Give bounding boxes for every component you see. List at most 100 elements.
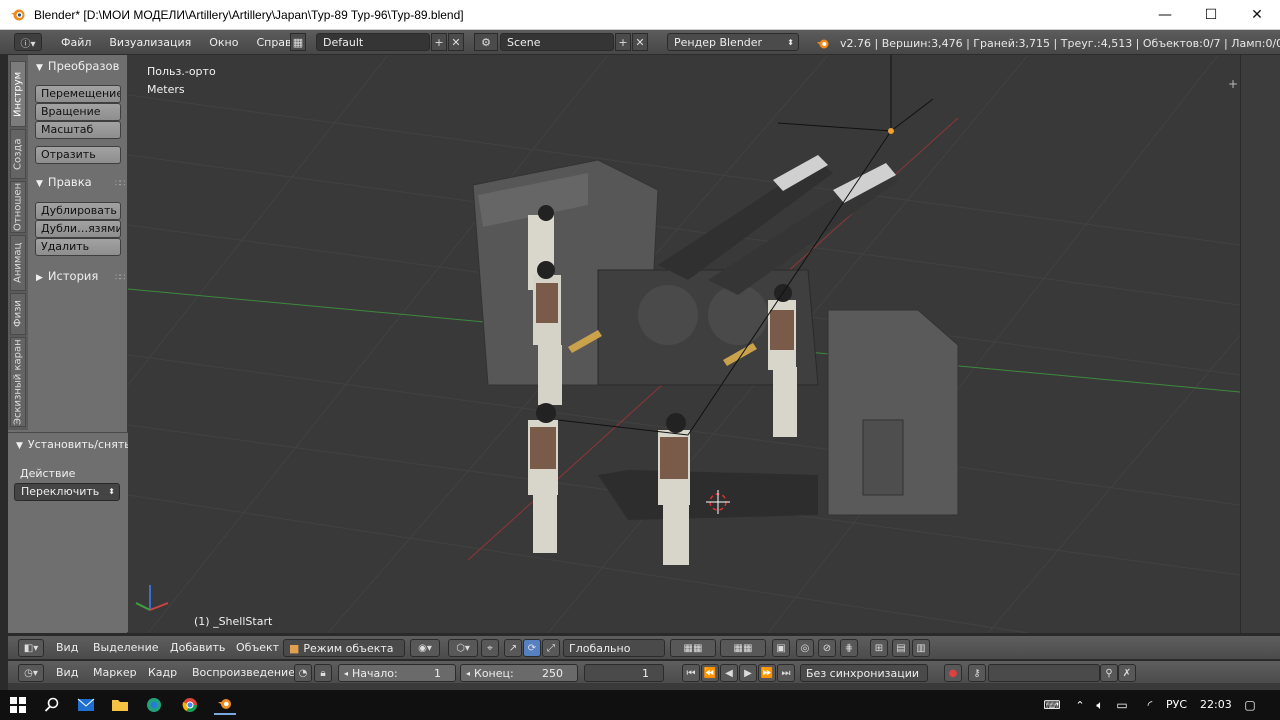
menu-view[interactable]: Вид — [56, 641, 78, 654]
delete-button[interactable]: Удалить — [35, 238, 121, 256]
layout-field[interactable]: Default — [316, 33, 430, 51]
pivot-dropdown[interactable]: ⬡▾ — [448, 639, 478, 657]
prev-keyframe-icon[interactable]: ⏪ — [701, 664, 719, 682]
mode-dropdown[interactable]: ■ Режим объекта — [283, 639, 405, 657]
chrome-icon[interactable] — [180, 695, 200, 715]
remove-scene-icon[interactable]: ✕ — [632, 33, 648, 51]
add-scene-icon[interactable]: + — [615, 33, 631, 51]
editor-type-view3d-button[interactable]: ◧▾ — [18, 639, 44, 657]
start-frame-field[interactable]: ◂ Начало: 1 — [338, 664, 456, 682]
scale-manipulator-icon[interactable]: ⤢ — [542, 639, 560, 657]
play-icon[interactable]: ▶ — [739, 664, 757, 682]
sync-dropdown[interactable]: Без синхронизации — [800, 664, 928, 682]
lock-layers-icon[interactable]: ▣ — [772, 639, 790, 657]
battery-icon[interactable]: ▭ — [1112, 695, 1132, 715]
menu-add[interactable]: Добавить — [170, 641, 225, 654]
operator-panel-header[interactable]: ▼ Установить/снять — [16, 438, 131, 451]
jump-start-icon[interactable]: ⏮ — [682, 664, 700, 682]
translate-manipulator-icon[interactable]: ↗ — [504, 639, 522, 657]
window-title: Blender* [D:\МОИ МОДЕЛИ\Artillery\Artill… — [34, 7, 464, 22]
tab-physics[interactable]: Физи — [10, 293, 26, 335]
history-panel-header[interactable]: ▶ История — [36, 269, 98, 283]
clock[interactable]: 22:03 — [1200, 698, 1232, 711]
tab-animation[interactable]: Анимац — [10, 235, 26, 291]
timeline-menu-playback[interactable]: Воспроизведение — [192, 666, 295, 679]
keying-set-field[interactable] — [988, 664, 1100, 682]
duplicate-linked-button[interactable]: Дубли…язями — [35, 220, 121, 238]
language-indicator[interactable]: РУС — [1166, 698, 1187, 711]
editor-type-timeline-button[interactable]: ◷▾ — [18, 664, 44, 682]
opengl-render-icon[interactable]: ▤ — [892, 639, 910, 657]
panel-grip-icon[interactable]: ∷∷ — [115, 273, 126, 283]
menu-object[interactable]: Объект — [236, 641, 279, 654]
current-frame-field[interactable]: 1 — [584, 664, 664, 682]
transform-panel-header[interactable]: ▼ Преобразов — [36, 59, 119, 73]
menu-select[interactable]: Выделение — [93, 641, 159, 654]
layers-grid-1[interactable]: ▦▦ — [670, 639, 716, 657]
minimize-button[interactable]: — — [1142, 0, 1188, 30]
rotate-manipulator-icon[interactable]: ⟳ — [523, 639, 541, 657]
search-icon[interactable] — [42, 695, 62, 715]
tab-grease-pencil[interactable]: Эскизный каран — [10, 337, 26, 427]
snap-element-icon[interactable]: ⋕ — [840, 639, 858, 657]
play-reverse-icon[interactable]: ◀ — [720, 664, 738, 682]
properties-toggle-icon[interactable]: + — [1228, 77, 1238, 91]
proportional-edit-icon[interactable]: ◎ — [796, 639, 814, 657]
scale-button[interactable]: Масштаб — [35, 121, 121, 139]
translate-button[interactable]: Перемещение — [35, 85, 121, 103]
tab-tools[interactable]: Инструм — [10, 61, 26, 127]
action-dropdown[interactable]: Переключить ⬍ — [14, 483, 120, 501]
close-button[interactable]: ✕ — [1234, 0, 1280, 30]
render-engine-dropdown[interactable]: Рендер Blender ⬍ — [667, 33, 799, 51]
panel-grip-icon[interactable]: ∷∷ — [115, 179, 126, 189]
wifi-icon[interactable]: ◜ — [1140, 695, 1160, 715]
editor-type-button[interactable]: ⓘ▾ — [14, 33, 42, 51]
maximize-button[interactable]: ☐ — [1188, 0, 1234, 30]
file-explorer-icon[interactable] — [110, 695, 130, 715]
snap-icon[interactable]: ⊘ — [818, 639, 836, 657]
shading-dropdown[interactable]: ◉▾ — [410, 639, 440, 657]
record-icon[interactable]: ● — [944, 664, 962, 682]
menu-render[interactable]: Визуализация — [100, 36, 200, 49]
chevron-up-icon[interactable]: ⌃ — [1070, 695, 1090, 715]
edge-browser-icon[interactable] — [144, 695, 164, 715]
tab-create[interactable]: Созда — [10, 129, 26, 179]
volume-icon[interactable]: 🔈︎ — [1090, 695, 1110, 715]
duplicate-button[interactable]: Дублировать — [35, 202, 121, 220]
menu-window[interactable]: Окно — [200, 36, 247, 49]
tab-relations[interactable]: Отношен — [10, 181, 26, 233]
insert-keyframe-icon[interactable]: ⚲ — [1100, 664, 1118, 682]
rotate-button[interactable]: Вращение — [35, 103, 121, 121]
timeline-menu-frame[interactable]: Кадр — [148, 666, 177, 679]
keyboard-icon[interactable]: ⌨ — [1042, 695, 1062, 715]
delete-keyframe-icon[interactable]: ✗ — [1118, 664, 1136, 682]
timeline-menu-view[interactable]: Вид — [56, 666, 78, 679]
right-side-region[interactable] — [1240, 55, 1280, 633]
scene-field[interactable]: Scene — [500, 33, 614, 51]
notifications-icon[interactable]: ▢ — [1240, 695, 1260, 715]
time-icon[interactable]: ◔ — [294, 664, 312, 682]
screen-layout-icon[interactable]: ▦ — [290, 33, 306, 51]
mirror-button[interactable]: Отразить — [35, 146, 121, 164]
manipulator-icon[interactable]: ⌖ — [481, 639, 499, 657]
timeline-menu-marker[interactable]: Маркер — [93, 666, 137, 679]
mail-icon[interactable] — [76, 695, 96, 715]
render-preview-icon[interactable]: ⊞ — [870, 639, 888, 657]
orientation-dropdown[interactable]: Глобально — [563, 639, 665, 657]
jump-end-icon[interactable]: ⏭ — [777, 664, 795, 682]
add-layout-icon[interactable]: + — [431, 33, 447, 51]
edit-panel-header[interactable]: ▼ Правка — [36, 175, 92, 189]
lock-icon[interactable]: 🔒︎ — [314, 664, 332, 682]
opengl-anim-icon[interactable]: ▥ — [912, 639, 930, 657]
layers-grid-2[interactable]: ▦▦ — [720, 639, 766, 657]
blender-taskbar-icon[interactable] — [214, 695, 236, 715]
keying-set-icon[interactable]: ⚷ — [968, 664, 986, 682]
remove-layout-icon[interactable]: ✕ — [448, 33, 464, 51]
next-keyframe-icon[interactable]: ⏩ — [758, 664, 776, 682]
3d-viewport[interactable]: Польз.-орто Meters (1) _ShellStart + — [128, 55, 1240, 633]
start-icon[interactable] — [8, 695, 28, 715]
timeline-strip[interactable] — [8, 683, 1280, 690]
scene-icon[interactable]: ⚙ — [474, 33, 498, 51]
end-frame-field[interactable]: ◂ Конец: 250 — [460, 664, 578, 682]
menu-file[interactable]: Файл — [52, 36, 100, 49]
